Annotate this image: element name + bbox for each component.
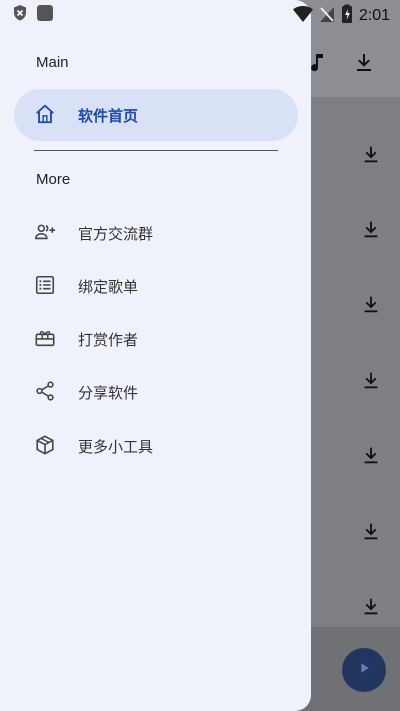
box-icon bbox=[34, 434, 56, 456]
nav-item-bind-playlist[interactable]: 绑定歌单 bbox=[14, 260, 298, 312]
battery-charging-icon bbox=[341, 4, 353, 28]
section-title-more: More bbox=[36, 171, 71, 188]
nav-item-label: 分享软件 bbox=[78, 383, 139, 402]
nav-item-label: 软件首页 bbox=[78, 106, 139, 125]
nav-item-share[interactable]: 分享软件 bbox=[14, 366, 298, 418]
nav-item-label: 官方交流群 bbox=[78, 224, 154, 243]
home-icon bbox=[34, 103, 56, 125]
nav-item-label: 打赏作者 bbox=[78, 330, 139, 349]
status-bar: 2:01 bbox=[0, 0, 400, 28]
download-icon[interactable] bbox=[360, 444, 382, 466]
download-icon[interactable] bbox=[360, 520, 382, 542]
nav-item-tip-author[interactable]: 打赏作者 bbox=[14, 313, 298, 365]
section-title-main: Main bbox=[36, 54, 69, 71]
play-button[interactable] bbox=[342, 648, 386, 692]
square-app-icon bbox=[36, 4, 54, 26]
close-badge-icon bbox=[12, 4, 28, 26]
group-add-icon bbox=[34, 221, 56, 243]
nav-item-home[interactable]: 软件首页 bbox=[14, 89, 298, 141]
download-icon[interactable] bbox=[360, 143, 382, 165]
wifi-icon bbox=[292, 5, 313, 27]
list-icon bbox=[34, 274, 56, 296]
download-icon[interactable] bbox=[360, 595, 382, 617]
download-icon[interactable] bbox=[352, 50, 376, 74]
nav-item-more-tools[interactable]: 更多小工具 bbox=[14, 420, 298, 472]
play-icon bbox=[356, 660, 372, 680]
download-icon[interactable] bbox=[360, 369, 382, 391]
navigation-drawer: Main 软件首页 More 官方交流群 绑定歌单 打赏作者 分享软件 更多小工… bbox=[0, 0, 311, 711]
divider bbox=[34, 150, 278, 151]
gift-icon bbox=[34, 327, 56, 349]
clock: 2:01 bbox=[358, 7, 390, 24]
share-icon bbox=[34, 380, 56, 402]
download-icon[interactable] bbox=[360, 293, 382, 315]
no-signal-icon bbox=[319, 5, 335, 27]
nav-item-official-group[interactable]: 官方交流群 bbox=[14, 207, 298, 259]
download-icon[interactable] bbox=[360, 218, 382, 240]
nav-item-label: 绑定歌单 bbox=[78, 277, 139, 296]
nav-item-label: 更多小工具 bbox=[78, 437, 154, 456]
